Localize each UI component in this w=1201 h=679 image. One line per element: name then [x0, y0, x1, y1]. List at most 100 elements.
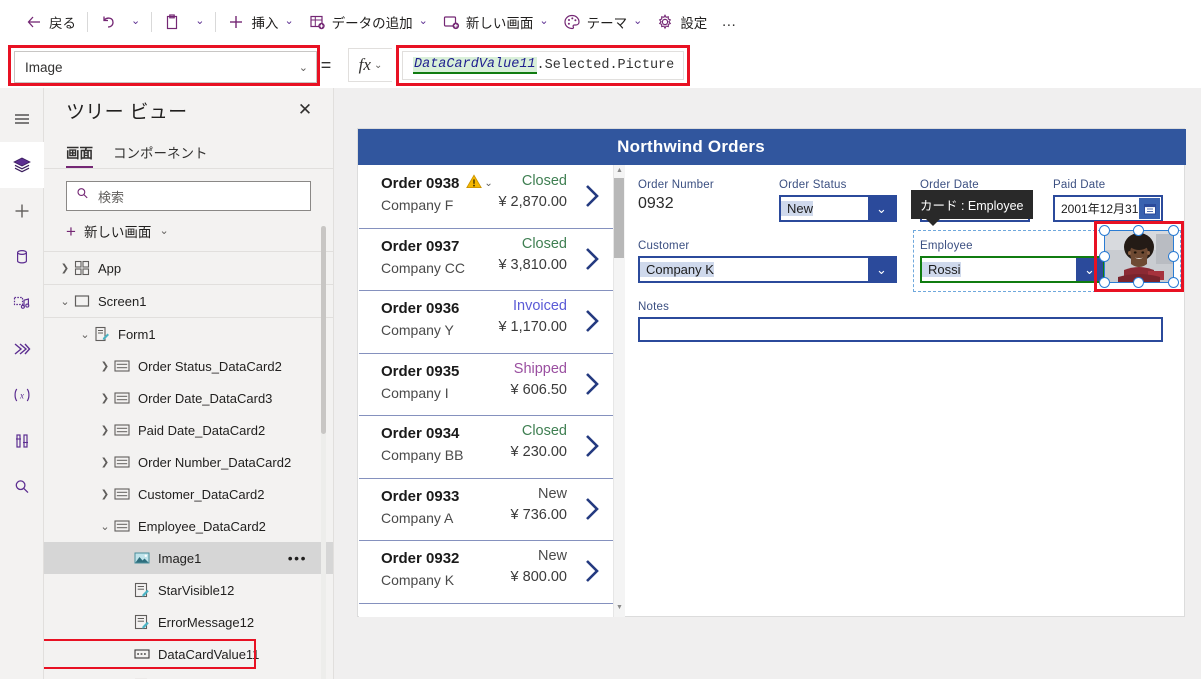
tree-node-paid-date-datacard2[interactable]: ❯ Paid Date_DataCard2 — [44, 414, 333, 446]
chevron-down-icon[interactable]: ⌄ — [484, 178, 492, 189]
gallery-item[interactable]: Order 0937 Closed Company CC ¥ 3,810.00 — [359, 228, 615, 291]
resize-handle-n[interactable] — [1133, 225, 1144, 236]
chevron-right-icon[interactable]: ❯ — [98, 393, 112, 404]
undo-dropdown[interactable]: ⌄ — [124, 6, 147, 38]
rail-insert-button[interactable] — [0, 188, 44, 234]
chevron-right-icon[interactable]: ❯ — [98, 361, 112, 372]
order-status: Closed — [521, 423, 567, 439]
screen-icon — [72, 293, 92, 309]
chevron-right-icon[interactable] — [583, 371, 601, 402]
order-number-value: 0932 — [638, 195, 674, 212]
chevron-right-icon[interactable] — [583, 183, 601, 214]
chevron-right-icon[interactable]: ❯ — [98, 457, 112, 468]
order-status-dropdown[interactable]: New ⌄ — [779, 195, 897, 222]
rail-data-button[interactable] — [0, 234, 44, 280]
close-icon[interactable]: ✕ — [295, 100, 315, 120]
resize-handle-sw[interactable] — [1099, 277, 1110, 288]
back-button[interactable]: 戻る — [18, 6, 83, 38]
gallery-item[interactable]: Order 0936 Invoiced Company Y ¥ 1,170.00 — [359, 291, 615, 354]
resize-handle-ne[interactable] — [1168, 225, 1179, 236]
chevron-right-icon[interactable] — [583, 433, 601, 464]
resize-handle-nw[interactable] — [1099, 225, 1110, 236]
divider — [215, 11, 217, 32]
settings-button[interactable]: 設定 — [649, 6, 714, 38]
undo-button[interactable] — [92, 6, 124, 38]
tab-screens[interactable]: 画面 — [66, 142, 93, 168]
chevron-right-icon[interactable]: ❯ — [98, 489, 112, 500]
new-screen-button[interactable]: + 新しい画面 ⌄ — [44, 211, 333, 251]
tree-node-form1[interactable]: ⌄ Form1 — [44, 318, 333, 350]
rail-variables-button[interactable]: x — [0, 372, 44, 418]
orders-gallery[interactable]: Order 0938 ⌄ Closed Company F ¥ 2,870.00 Orde… — [359, 166, 615, 617]
resize-handle-e[interactable] — [1168, 251, 1179, 262]
employee-dropdown[interactable]: Rossi ⌄ — [920, 256, 1105, 283]
tree-node-datacardvalue11[interactable]: DataCardValue11 — [44, 638, 333, 670]
rail-search-button[interactable] — [0, 464, 44, 510]
scroll-up-icon[interactable]: ▲ — [616, 167, 623, 174]
chevron-right-icon[interactable]: ❯ — [98, 425, 112, 436]
order-status-field: Order Status New ⌄ — [779, 179, 897, 222]
rail-flows-button[interactable] — [0, 326, 44, 372]
chevron-down-icon[interactable]: ⌄ — [868, 197, 895, 220]
chevron-down-icon[interactable]: ⌄ — [868, 258, 895, 281]
tree-node-employee-datacard2[interactable]: ⌄ Employee_DataCard2 — [44, 510, 333, 542]
tree-node-order-date-datacard3[interactable]: ❯ Order Date_DataCard3 — [44, 382, 333, 414]
tree-node-label: Customer_DataCard2 — [138, 486, 265, 502]
chevron-down-icon[interactable]: ⌄ — [78, 328, 92, 341]
gallery-item[interactable]: Order 0933 New Company A ¥ 736.00 — [359, 478, 615, 541]
rail-tools-button[interactable] — [0, 418, 44, 464]
order-status-label: Order Status — [779, 179, 847, 191]
tree-node-order-status-datacard2[interactable]: ❯ Order Status_DataCard2 — [44, 350, 333, 382]
rail-menu-button[interactable] — [0, 96, 44, 142]
rail-media-button[interactable] — [0, 280, 44, 326]
tree-node-errormessage12[interactable]: ErrorMessage12 — [44, 606, 333, 638]
more-options-icon[interactable]: ••• — [288, 550, 307, 566]
gallery-item[interactable]: Order 0934 Closed Company BB ¥ 230.00 — [359, 416, 615, 479]
paid-date-input[interactable]: 2001年12月31日 — [1053, 195, 1163, 222]
paste-dropdown[interactable]: ⌄ — [188, 6, 211, 38]
search-input[interactable]: 検索 — [66, 181, 311, 211]
resize-handle-s[interactable] — [1133, 277, 1144, 288]
app-screen-canvas[interactable]: Northwind Orders Order 0938 ⌄ Closed Compan… — [357, 128, 1186, 617]
tree-node-app[interactable]: ❯ App — [44, 252, 333, 284]
tree-node-image1[interactable]: Image1 ••• — [44, 542, 333, 574]
tree-node-screen1[interactable]: ⌄ Screen1 — [44, 285, 333, 317]
calendar-icon[interactable] — [1139, 198, 1160, 219]
tree-node-order-number-datacard2[interactable]: ❯ Order Number_DataCard2 — [44, 446, 333, 478]
chevron-down-icon[interactable]: ⌄ — [58, 295, 72, 308]
tree-node-customer-datacard2[interactable]: ❯ Customer_DataCard2 — [44, 478, 333, 510]
gallery-item[interactable]: Order 0935 Shipped Company I ¥ 606.50 — [359, 353, 615, 416]
company-name: Company BB — [381, 447, 464, 463]
resize-handle-se[interactable] — [1168, 277, 1179, 288]
gallery-item[interactable]: Order 0938 ⌄ Closed Company F ¥ 2,870.00 — [359, 166, 615, 229]
chevron-down-icon[interactable]: ⌄ — [98, 520, 112, 533]
rail-treeview-button[interactable] — [0, 142, 44, 188]
property-dropdown[interactable]: Image ⌄ — [14, 51, 317, 83]
chevron-right-icon[interactable]: ❯ — [58, 263, 72, 274]
new-screen-button[interactable]: 新しい画面 ⌄ — [435, 6, 556, 38]
formula-input[interactable]: DataCardValue11 .Selected.Picture — [402, 51, 684, 80]
tree-node-starvisible12[interactable]: StarVisible12 — [44, 574, 333, 606]
tab-components[interactable]: コンポーネント — [113, 142, 208, 168]
resize-handle-w[interactable] — [1099, 251, 1110, 262]
customer-dropdown[interactable]: Company K ⌄ — [638, 256, 897, 283]
tree-node-datacardkey16[interactable]: DataCardKey16 — [44, 670, 333, 679]
insert-button[interactable]: 挿入 ⌄ — [220, 6, 300, 38]
overflow-button[interactable]: … — [714, 6, 744, 38]
warning-indicator[interactable]: ⌄ — [466, 173, 493, 194]
chevron-right-icon[interactable] — [583, 558, 601, 589]
gallery-scrollbar-thumb[interactable] — [614, 178, 624, 258]
notes-input[interactable] — [638, 317, 1163, 342]
company-name: Company A — [381, 509, 454, 526]
chevron-right-icon[interactable] — [583, 308, 601, 339]
fx-button[interactable]: fx ⌄ — [348, 48, 392, 82]
gallery-item[interactable]: Order 0932 New Company K ¥ 800.00 — [359, 541, 615, 604]
tree-scrollbar-thumb[interactable] — [321, 226, 326, 434]
chevron-right-icon[interactable] — [583, 496, 601, 527]
chevron-down-icon: ⌄ — [373, 59, 383, 71]
chevron-right-icon[interactable] — [583, 246, 601, 277]
theme-button[interactable]: テーマ ⌄ — [556, 6, 650, 38]
add-data-button[interactable]: データの追加 ⌄ — [301, 6, 435, 38]
scroll-down-icon[interactable]: ▼ — [616, 604, 623, 611]
paste-button[interactable] — [156, 6, 188, 38]
